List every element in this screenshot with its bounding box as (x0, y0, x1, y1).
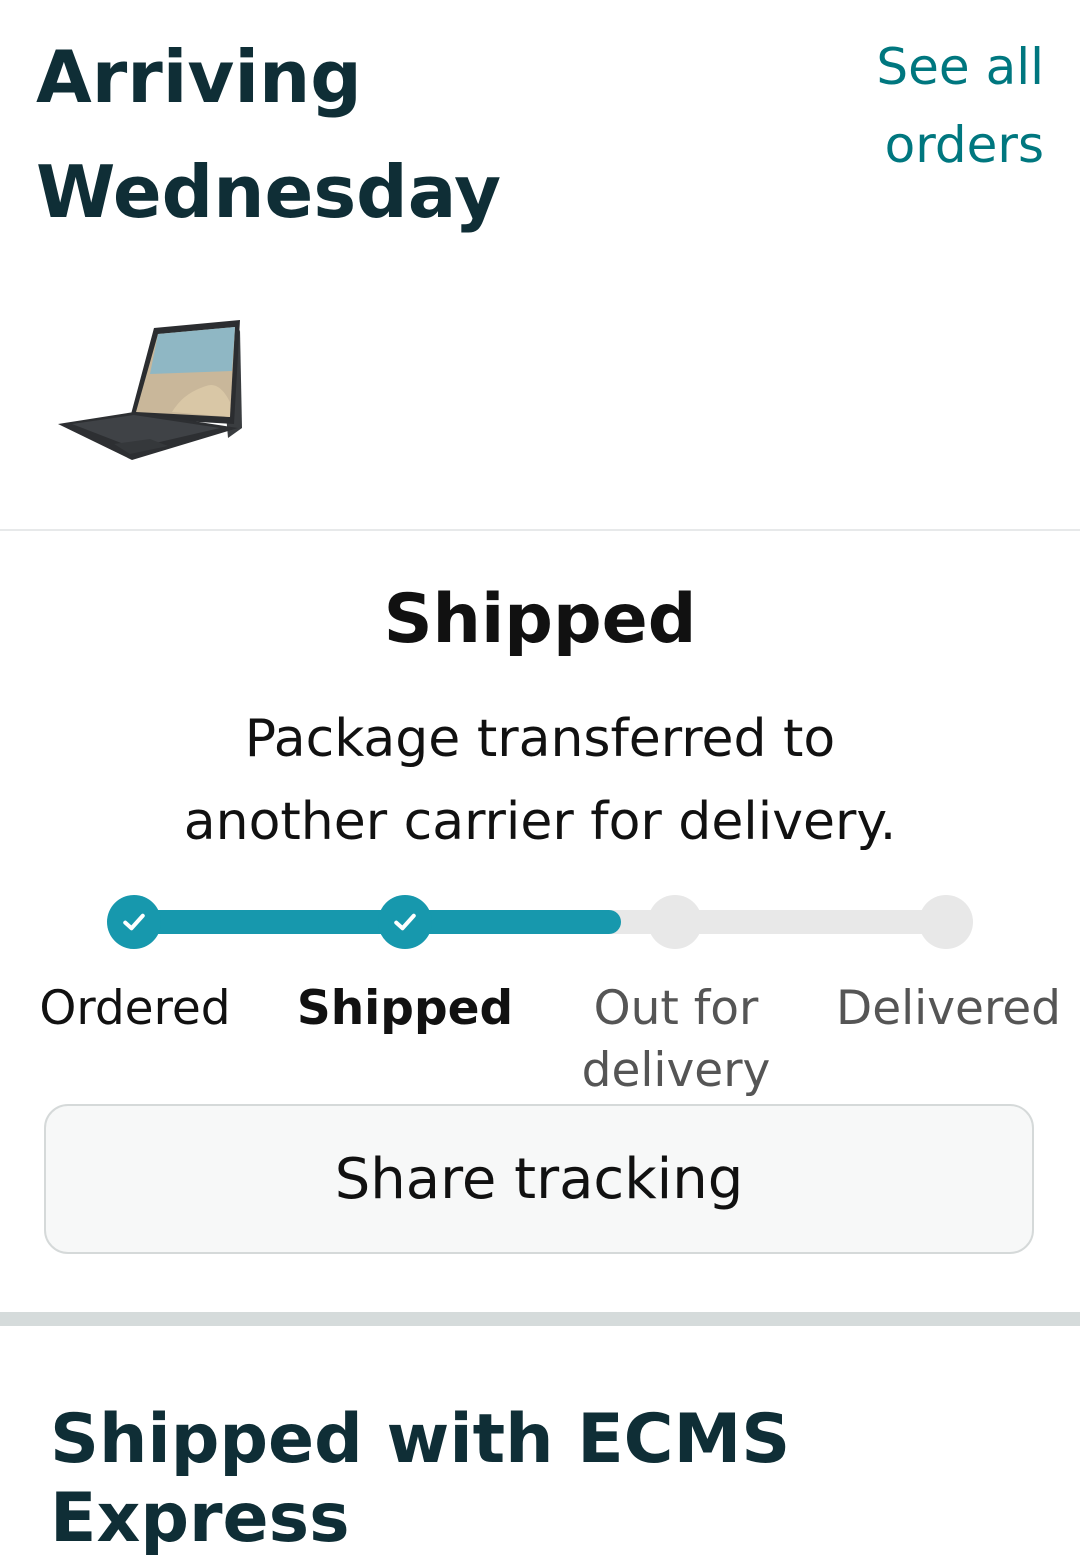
product-thumbnail[interactable] (54, 316, 246, 466)
step-ordered-check-icon (107, 895, 161, 949)
step-label-out-for-delivery-line1: Out for (593, 981, 759, 1036)
section-divider (0, 529, 1080, 531)
step-label-ordered: Ordered (25, 978, 245, 1040)
step-label-delivered: Delivered (836, 978, 1061, 1040)
status-description-line1: Package transferred to (244, 709, 836, 769)
see-all-orders-line2: orders (884, 116, 1044, 174)
step-label-out-for-delivery: Out for delivery (566, 978, 786, 1102)
step-delivered-dot (919, 895, 973, 949)
carrier-heading: Shipped with ECMS Express (50, 1400, 791, 1558)
step-label-shipped-text: Shipped (296, 981, 514, 1036)
step-label-out-for-delivery-line2: delivery (581, 1043, 771, 1098)
status-description-line2: another carrier for delivery. (183, 792, 897, 852)
share-tracking-button[interactable]: Share tracking (44, 1104, 1034, 1254)
step-out-for-delivery-dot (648, 895, 702, 949)
shipment-status-description: Package transferred to another carrier f… (120, 698, 960, 864)
arrival-heading-line1: Arriving (36, 35, 362, 119)
see-all-orders-link[interactable]: See all orders (844, 28, 1044, 184)
step-label-ordered-text: Ordered (39, 981, 231, 1036)
step-label-delivered-text: Delivered (836, 981, 1061, 1036)
arrival-heading-line2: Wednesday (36, 150, 502, 234)
see-all-orders-line1: See all (876, 38, 1044, 96)
shipment-status-title: Shipped (383, 580, 697, 659)
arrival-heading: Arriving Wednesday (36, 20, 796, 250)
step-shipped-check-icon (378, 895, 432, 949)
laptop-image (58, 320, 242, 460)
section-divider-thick (0, 1312, 1080, 1326)
step-label-shipped: Shipped (295, 978, 515, 1040)
